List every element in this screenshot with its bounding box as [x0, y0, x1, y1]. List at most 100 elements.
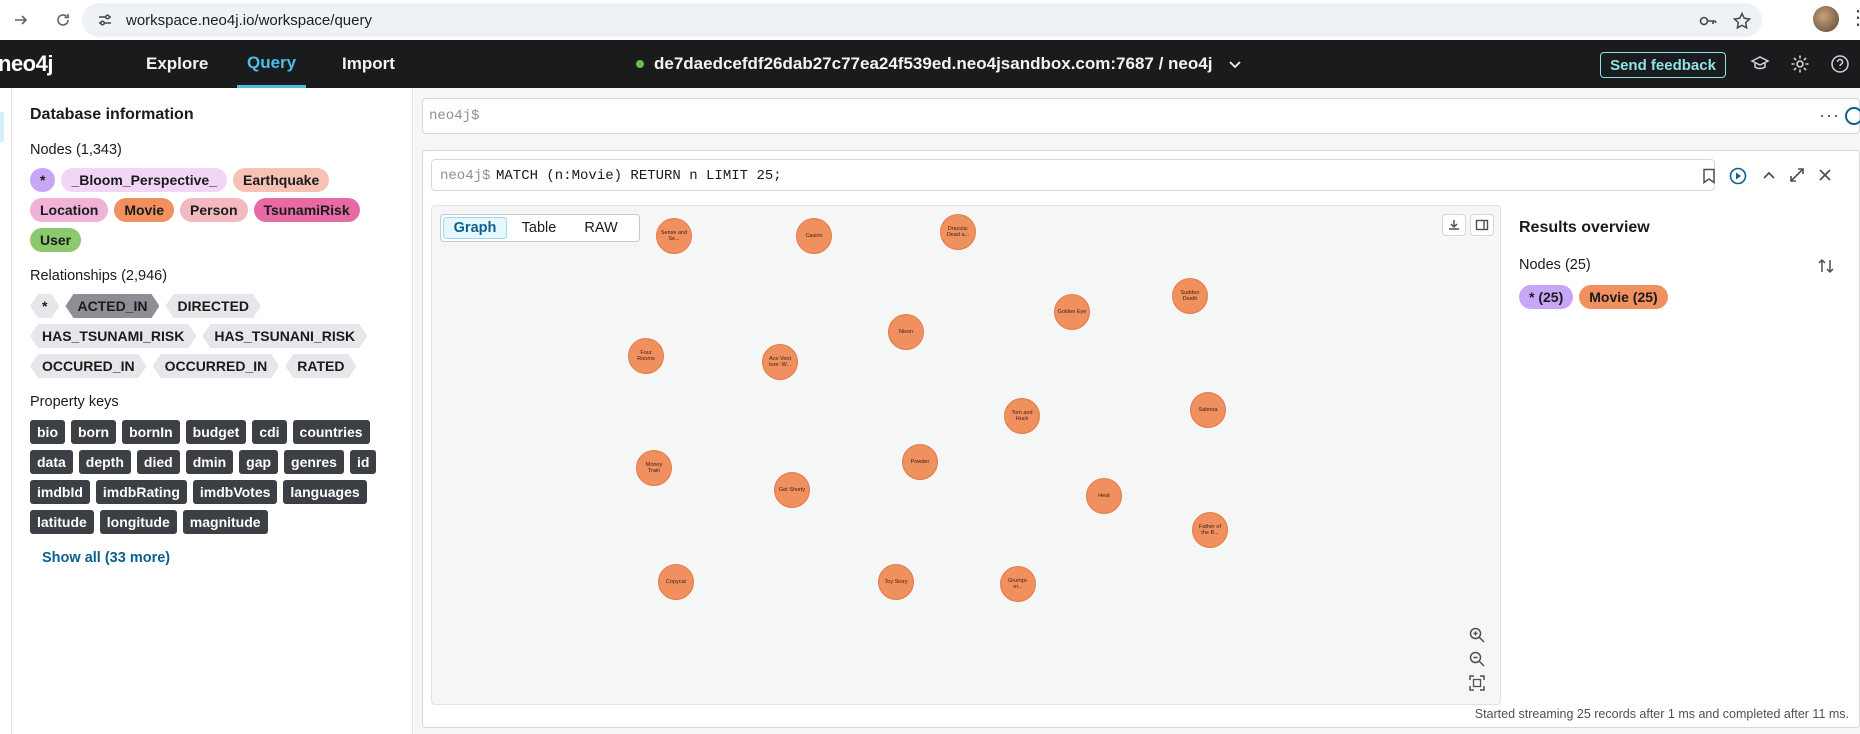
- send-feedback-button[interactable]: Send feedback: [1600, 52, 1726, 78]
- editor-more-icon[interactable]: ···: [1819, 105, 1840, 126]
- profile-avatar[interactable]: [1813, 6, 1839, 32]
- fit-to-screen-icon[interactable]: [1468, 674, 1486, 692]
- movie-node[interactable]: Get Shorty: [774, 472, 810, 508]
- relationship-type-chip[interactable]: OCCURRED_IN: [153, 354, 280, 378]
- property-key-chip[interactable]: cdi: [252, 420, 287, 444]
- address-bar[interactable]: workspace.neo4j.io/workspace/query: [82, 3, 1762, 37]
- movie-node[interactable]: Tom and Huck: [1004, 398, 1040, 434]
- view-tab-raw[interactable]: RAW: [571, 217, 631, 239]
- editor-prompt: neo4j$: [429, 108, 480, 124]
- neo4j-logo: neo4j: [0, 51, 53, 76]
- run-query-icon[interactable]: [1845, 107, 1860, 125]
- zoom-out-icon[interactable]: [1468, 650, 1486, 668]
- property-key-chip[interactable]: imdbId: [30, 480, 90, 504]
- movie-node[interactable]: Grumpi- er...: [1000, 566, 1036, 602]
- movie-node[interactable]: Nixon: [888, 314, 924, 350]
- movie-node[interactable]: Father of the B...: [1192, 512, 1228, 548]
- movie-node[interactable]: Ace Vent ture: W...: [762, 344, 798, 380]
- movie-node[interactable]: Sudden Death: [1172, 278, 1208, 314]
- result-label-chip[interactable]: Movie (25): [1579, 285, 1668, 309]
- property-key-chip[interactable]: born: [71, 420, 117, 444]
- relationship-type-chip[interactable]: ACTED_IN: [65, 294, 159, 318]
- bookmark-icon[interactable]: [1702, 168, 1716, 184]
- bookmark-star-icon[interactable]: [1732, 11, 1752, 31]
- relationship-type-chip[interactable]: DIRECTED: [165, 294, 261, 318]
- movie-node[interactable]: Golden Eye: [1054, 294, 1090, 330]
- close-icon[interactable]: [1815, 165, 1835, 185]
- movie-node[interactable]: Toy Story: [878, 564, 914, 600]
- connection-selector[interactable]: de7daedcefdf26dab27c77ea24f539ed.neo4jsa…: [636, 40, 1242, 88]
- view-tab-table[interactable]: Table: [507, 217, 571, 239]
- rerun-query-icon[interactable]: [1729, 167, 1747, 185]
- node-label-chip[interactable]: *: [30, 168, 56, 192]
- result-label-chip[interactable]: * (25): [1519, 285, 1574, 309]
- collapse-chevron-icon[interactable]: [1759, 165, 1779, 185]
- property-key-chip[interactable]: latitude: [30, 510, 94, 534]
- property-key-chip[interactable]: depth: [78, 450, 131, 474]
- node-label-chip[interactable]: Earthquake: [232, 168, 330, 192]
- learn-icon[interactable]: [1750, 54, 1770, 74]
- node-label-chip[interactable]: Movie: [114, 198, 175, 222]
- tab-explore[interactable]: Explore: [146, 40, 208, 88]
- movie-node[interactable]: Dracula: Dead a...: [940, 214, 976, 250]
- sort-icon[interactable]: [1817, 257, 1835, 275]
- zoom-in-icon[interactable]: [1468, 626, 1486, 644]
- view-tab-graph[interactable]: Graph: [443, 217, 507, 239]
- movie-node[interactable]: Money Train: [636, 450, 672, 486]
- node-label-chip[interactable]: Location: [30, 198, 109, 222]
- result-query-text[interactable]: MATCH (n:Movie) RETURN n LIMIT 25;: [496, 168, 782, 184]
- password-key-icon[interactable]: [1698, 11, 1718, 31]
- property-key-chip[interactable]: magnitude: [182, 510, 268, 534]
- property-key-chip[interactable]: countries: [292, 420, 370, 444]
- property-key-chip[interactable]: budget: [185, 420, 247, 444]
- help-icon[interactable]: [1830, 54, 1850, 74]
- node-label-chip[interactable]: TsunamiRisk: [253, 198, 360, 222]
- property-key-chip[interactable]: longitude: [99, 510, 177, 534]
- tab-query[interactable]: Query: [237, 40, 307, 88]
- tab-import[interactable]: Import: [342, 40, 395, 88]
- movie-node[interactable]: Copycat: [658, 564, 694, 600]
- query-editor[interactable]: neo4j$ ···: [422, 98, 1860, 134]
- relationship-type-chip[interactable]: HAS_TSUNAMI_RISK: [30, 324, 196, 348]
- relationship-type-chip[interactable]: HAS_TSUNANI_RISK: [202, 324, 367, 348]
- arrow-forward-icon[interactable]: [10, 9, 32, 31]
- show-all-link[interactable]: Show all (33 more): [42, 550, 394, 566]
- movie-node[interactable]: Powder: [902, 444, 938, 480]
- expand-icon[interactable]: [1787, 165, 1807, 185]
- property-keys-heading: Property keys: [30, 394, 119, 410]
- movie-node[interactable]: Sabrina: [1190, 392, 1226, 428]
- toggle-panel-icon[interactable]: [1470, 214, 1494, 236]
- zoom-controls: [1468, 626, 1490, 692]
- site-settings-icon[interactable]: [96, 11, 114, 29]
- connection-string[interactable]: de7daedcefdf26dab27c77ea24f539ed.neo4jsa…: [654, 54, 1212, 74]
- graph-canvas[interactable]: Graph Table RAW Sense and Se... Casino Dra…: [431, 205, 1501, 705]
- relationship-type-chip[interactable]: *: [30, 294, 59, 318]
- chevron-down-icon[interactable]: [1228, 57, 1242, 71]
- node-label-chip[interactable]: User: [30, 228, 82, 252]
- download-icon[interactable]: [1442, 214, 1466, 236]
- settings-gear-icon[interactable]: [1790, 54, 1810, 74]
- property-key-chip[interactable]: gap: [239, 450, 279, 474]
- property-key-chip[interactable]: dmin: [185, 450, 234, 474]
- reload-icon[interactable]: [52, 9, 74, 31]
- movie-node[interactable]: Casino: [796, 218, 832, 254]
- node-label-chip[interactable]: _Bloom_Perspective_: [61, 168, 227, 192]
- property-key-chip[interactable]: bornIn: [122, 420, 180, 444]
- movie-node[interactable]: Sense and Se...: [656, 218, 692, 254]
- property-key-chip[interactable]: died: [136, 450, 180, 474]
- property-key-chip[interactable]: genres: [284, 450, 344, 474]
- property-key-chip[interactable]: data: [30, 450, 73, 474]
- movie-node[interactable]: Four Rooms: [628, 338, 664, 374]
- property-key-chip[interactable]: bio: [30, 420, 65, 444]
- menu-kebab-icon[interactable]: ⋮: [1848, 8, 1860, 28]
- property-key-chip[interactable]: imdbVotes: [192, 480, 278, 504]
- property-key-chip[interactable]: languages: [283, 480, 367, 504]
- property-key-chip[interactable]: id: [349, 450, 377, 474]
- result-query-line[interactable]: neo4j$ MATCH (n:Movie) RETURN n LIMIT 25…: [431, 159, 1715, 191]
- relationship-type-chip[interactable]: RATED: [285, 354, 356, 378]
- property-key-chip[interactable]: imdbRating: [95, 480, 187, 504]
- node-label-chip[interactable]: Person: [180, 198, 248, 222]
- relationship-type-chip[interactable]: OCCURED_IN: [30, 354, 147, 378]
- movie-node[interactable]: Heat: [1086, 478, 1122, 514]
- url-text[interactable]: workspace.neo4j.io/workspace/query: [126, 12, 372, 29]
